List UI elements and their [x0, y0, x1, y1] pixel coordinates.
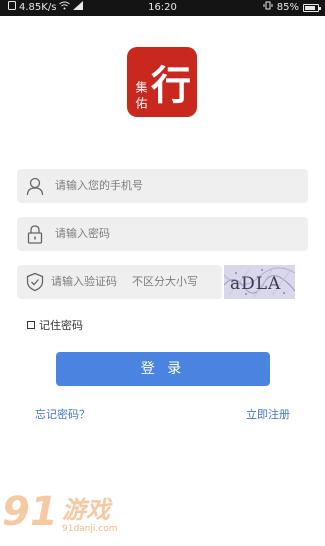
app-logo: 集 佑 行: [127, 47, 197, 117]
status-bar: 4.85K/s 16:20 85%: [0, 0, 325, 16]
status-right: 85%: [263, 0, 321, 16]
watermark-url: 91danji.com: [62, 524, 118, 534]
battery-icon: [303, 4, 321, 12]
lock-icon: [25, 224, 45, 244]
register-link[interactable]: 立即注册: [246, 406, 290, 422]
remember-label: 记住密码: [39, 319, 83, 332]
captcha-field[interactable]: 请输入验证码 不区分大小写: [17, 265, 222, 299]
forgot-password-link[interactable]: 忘记密码？: [35, 406, 90, 422]
captcha-image[interactable]: aDLA: [224, 265, 295, 299]
password-placeholder: 请输入密码: [55, 227, 110, 240]
password-field[interactable]: 请输入密码: [17, 217, 308, 251]
shield-check-icon: [25, 272, 45, 292]
login-screen: 4.85K/s 16:20 85% 集 佑 行 请输入您的手机号 请输入密码 请…: [0, 0, 325, 546]
phone-placeholder: 请输入您的手机号: [55, 179, 143, 192]
phone-field[interactable]: 请输入您的手机号: [17, 169, 308, 203]
vibrate-icon: [263, 0, 273, 16]
remember-password[interactable]: 记住密码: [27, 317, 83, 333]
battery-percent: 85%: [276, 2, 299, 13]
watermark-title: 游戏: [62, 496, 110, 524]
user-icon: [25, 176, 45, 196]
logo-side-text: 集 佑: [134, 80, 148, 109]
captcha-placeholder: 请输入验证码: [51, 275, 117, 288]
site-watermark: 91 游戏 91danji.com: [0, 490, 150, 546]
watermark-number: 91: [2, 489, 58, 535]
captcha-hint: 不区分大小写: [132, 275, 198, 288]
logo-main-char: 行: [151, 63, 191, 109]
login-button[interactable]: 登 录: [56, 352, 270, 386]
remember-checkbox[interactable]: [27, 321, 35, 329]
captcha-text: aDLA: [230, 274, 281, 294]
